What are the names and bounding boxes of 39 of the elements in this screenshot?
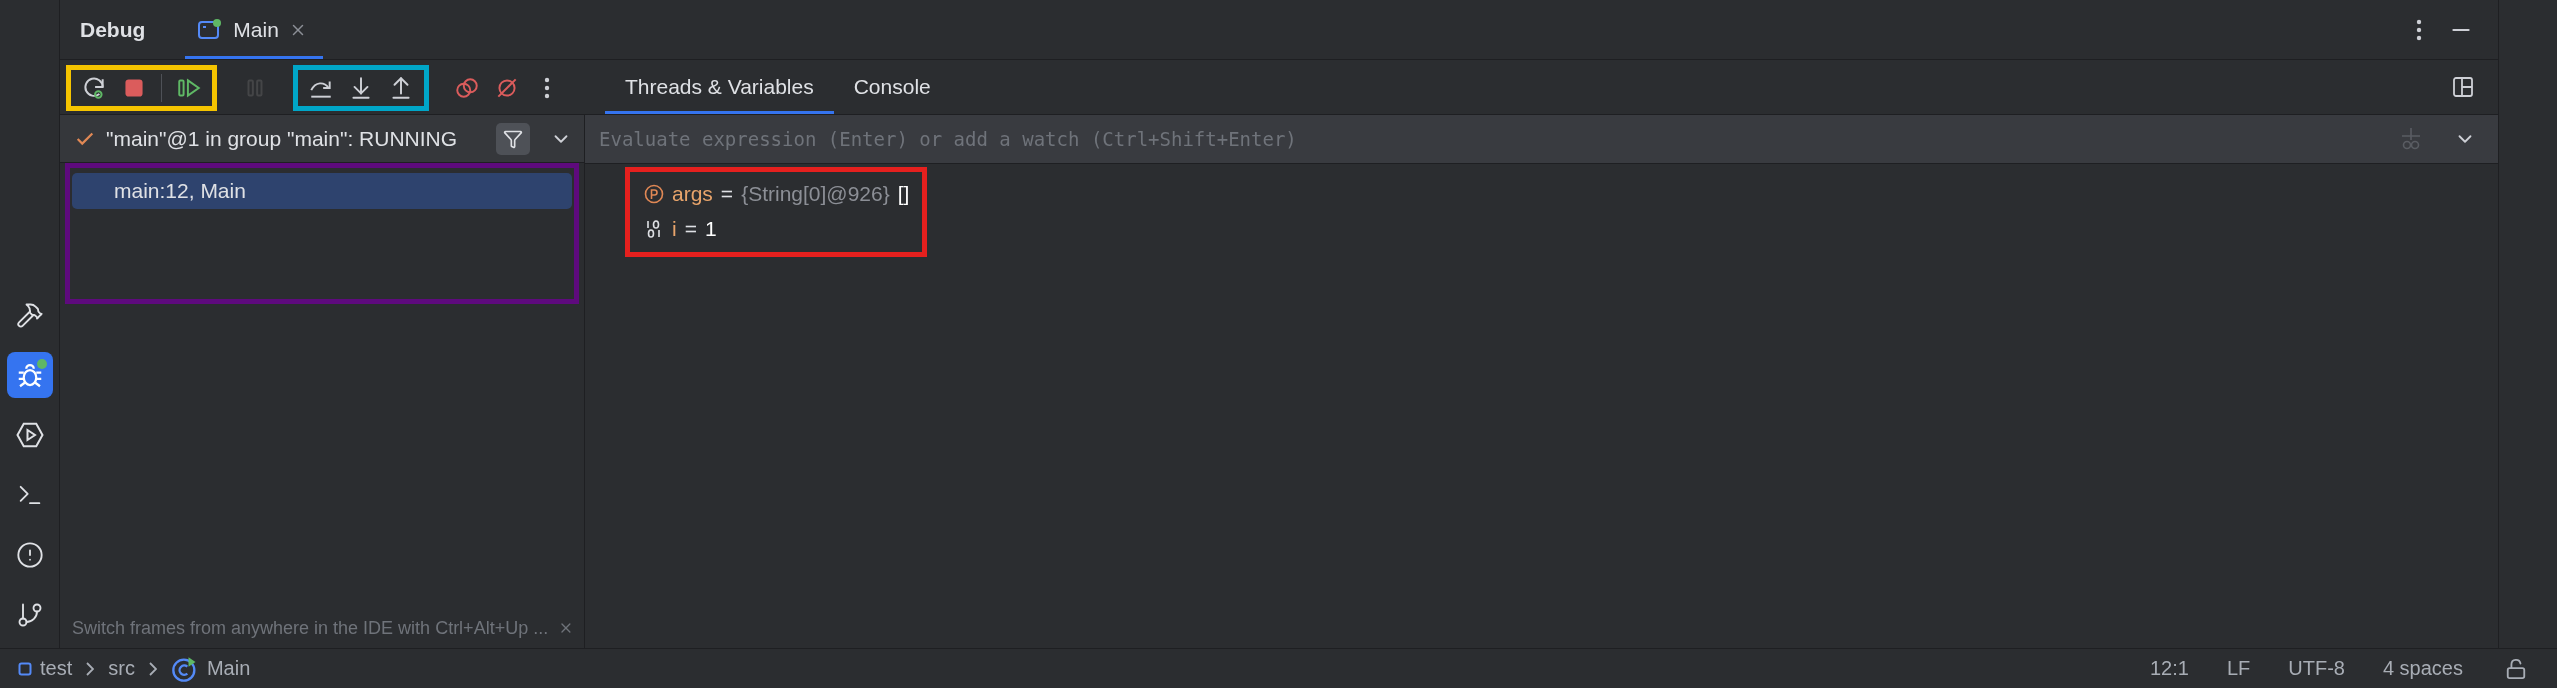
- expression-field[interactable]: Evaluate expression (Enter) or add a watch (Ctrl+Shift+Enter): [585, 115, 2368, 163]
- breakpoints-icon: [454, 75, 480, 101]
- breadcrumb[interactable]: Main: [206, 657, 251, 680]
- status-item[interactable]: 4 spaces: [2382, 657, 2463, 680]
- more-icon: [2416, 18, 2422, 41]
- variable-name: i: [672, 216, 677, 241]
- filter-button[interactable]: [496, 122, 530, 155]
- session-tab[interactable]: Main: [185, 0, 323, 59]
- unlock-icon[interactable]: [2505, 657, 2527, 680]
- rerun-icon: [81, 75, 107, 101]
- equals-sign: =: [720, 181, 734, 206]
- tool-window-button[interactable]: [6, 352, 53, 398]
- view-tab[interactable]: Console: [833, 60, 951, 114]
- status-item[interactable]: 12:1: [2150, 657, 2189, 680]
- variable-name: args: [672, 181, 713, 206]
- status-item[interactable]: UTF-8: [2288, 657, 2345, 680]
- thread-status: "main"@1 in group "main": RUNNING: [106, 126, 459, 151]
- module-icon: [18, 661, 32, 676]
- warning-icon: [15, 541, 44, 569]
- tab-label: Main: [233, 17, 279, 42]
- panel-title: Debug: [80, 17, 146, 42]
- more-icon: [544, 77, 550, 99]
- run-icon: [14, 420, 45, 450]
- breadcrumb[interactable]: src: [108, 657, 135, 680]
- variable-value: 1: [704, 216, 717, 241]
- parameter-icon: [644, 183, 664, 204]
- filter-icon: [503, 128, 523, 149]
- window-icon: [197, 17, 224, 42]
- frame-row[interactable]: main:12, Main: [72, 173, 572, 209]
- breadcrumb[interactable]: test: [40, 657, 73, 680]
- chevron-right-icon: [86, 661, 95, 676]
- chevron-right-icon: [148, 661, 157, 676]
- status-item[interactable]: LF: [2226, 657, 2251, 680]
- variable-value: []: [897, 181, 910, 206]
- hammer-icon: [15, 301, 44, 329]
- hint-text: Switch frames from anywhere in the IDE with Ctrl+Alt+Up ...: [72, 617, 549, 639]
- variable-type: {String[0]@926}: [741, 181, 890, 206]
- layout-icon[interactable]: [2452, 76, 2474, 98]
- equals-sign: =: [684, 216, 697, 241]
